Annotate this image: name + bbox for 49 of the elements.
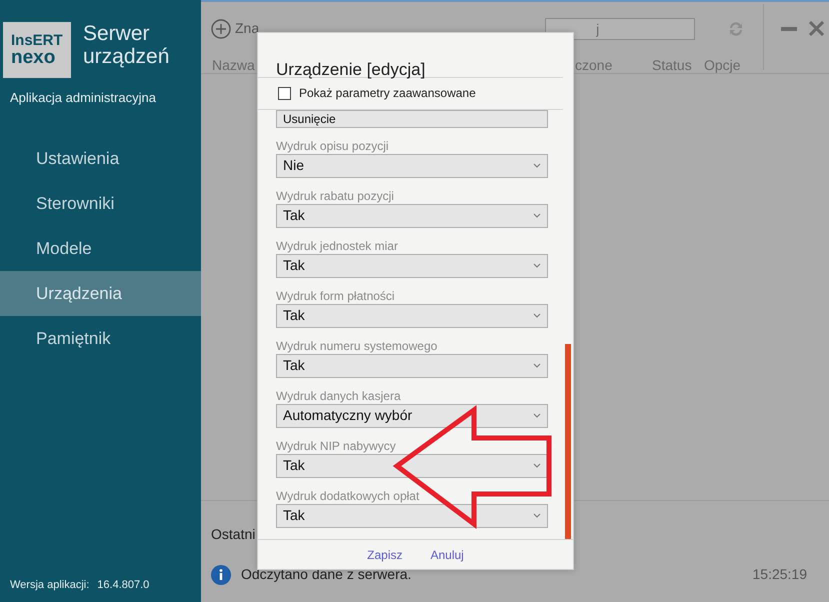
dropdown[interactable]: Tak [276,354,548,378]
chevron-down-icon [533,213,541,218]
dropdown[interactable]: Automatyczny wybór [276,404,548,428]
dialog-title: Urządzenie [edycja] [276,60,426,79]
dropdown[interactable]: Tak [276,454,548,478]
field-label: Wydruk dodatkowych opłat [276,488,420,504]
app-subtitle: Aplikacja administracyjna [9,89,157,107]
field-label: Wydruk NIP nabywycy [276,438,397,454]
field-label: Wydruk rabatu pozycji [276,188,395,204]
dropdown[interactable]: Nie [276,154,548,178]
scrollbar[interactable] [565,344,571,540]
field-label: Wydruk numeru systemowego [276,338,438,354]
log-heading: Ostatni [211,525,256,544]
dialog-button[interactable]: Anuluj [428,546,466,564]
sidebar-item[interactable]: Modele [0,226,201,270]
dropdown[interactable]: Tak [276,504,548,528]
dropdown[interactable]: Tak [276,254,548,278]
add-icon [211,18,231,38]
field-label: Wydruk form płatności [276,288,396,304]
add-button[interactable]: Zna [211,18,260,39]
info-icon [211,564,231,584]
search-field[interactable]: j [545,18,696,40]
sidebar-item[interactable]: Sterowniki [0,180,201,226]
chevron-down-icon [533,513,541,518]
field-label: Wydruk danych kasjera [276,388,402,404]
sidebar-item[interactable]: Urządzenia [0,270,201,316]
chevron-down-icon [533,263,541,268]
dropdown[interactable]: Tak [276,204,548,228]
sidebar-item[interactable]: Ustawienia [0,136,201,180]
chevron-down-icon [533,163,541,168]
field-label: Wydruk opisu pozycji [276,138,390,154]
logo: InsERT nexo [3,22,71,78]
version-number: 16.4.807.0 [97,578,150,592]
dropdown[interactable]: Tak [276,304,548,328]
sidebar-item[interactable]: Pamiętnik [0,316,201,360]
field-label: Wydruk jednostek miar [276,238,399,254]
chevron-down-icon [533,313,541,318]
app-title: Serwer urządzeń [83,22,170,68]
advanced-checkbox[interactable]: Pokaż parametry zaawansowane [278,84,476,102]
close-icon[interactable] [809,21,824,36]
chevron-down-icon [533,363,541,368]
chevron-down-icon [533,413,541,418]
minimize-icon[interactable] [781,26,798,30]
log-time: 15:25:19 [752,565,807,584]
log-message: Odczytano dane z serwera. [241,565,412,584]
version-label: Wersja aplikacji: [10,578,90,592]
dropdown[interactable]: Usunięcie [276,110,548,128]
chevron-down-icon [533,463,541,468]
dialog-button[interactable]: Zapisz [365,546,404,564]
